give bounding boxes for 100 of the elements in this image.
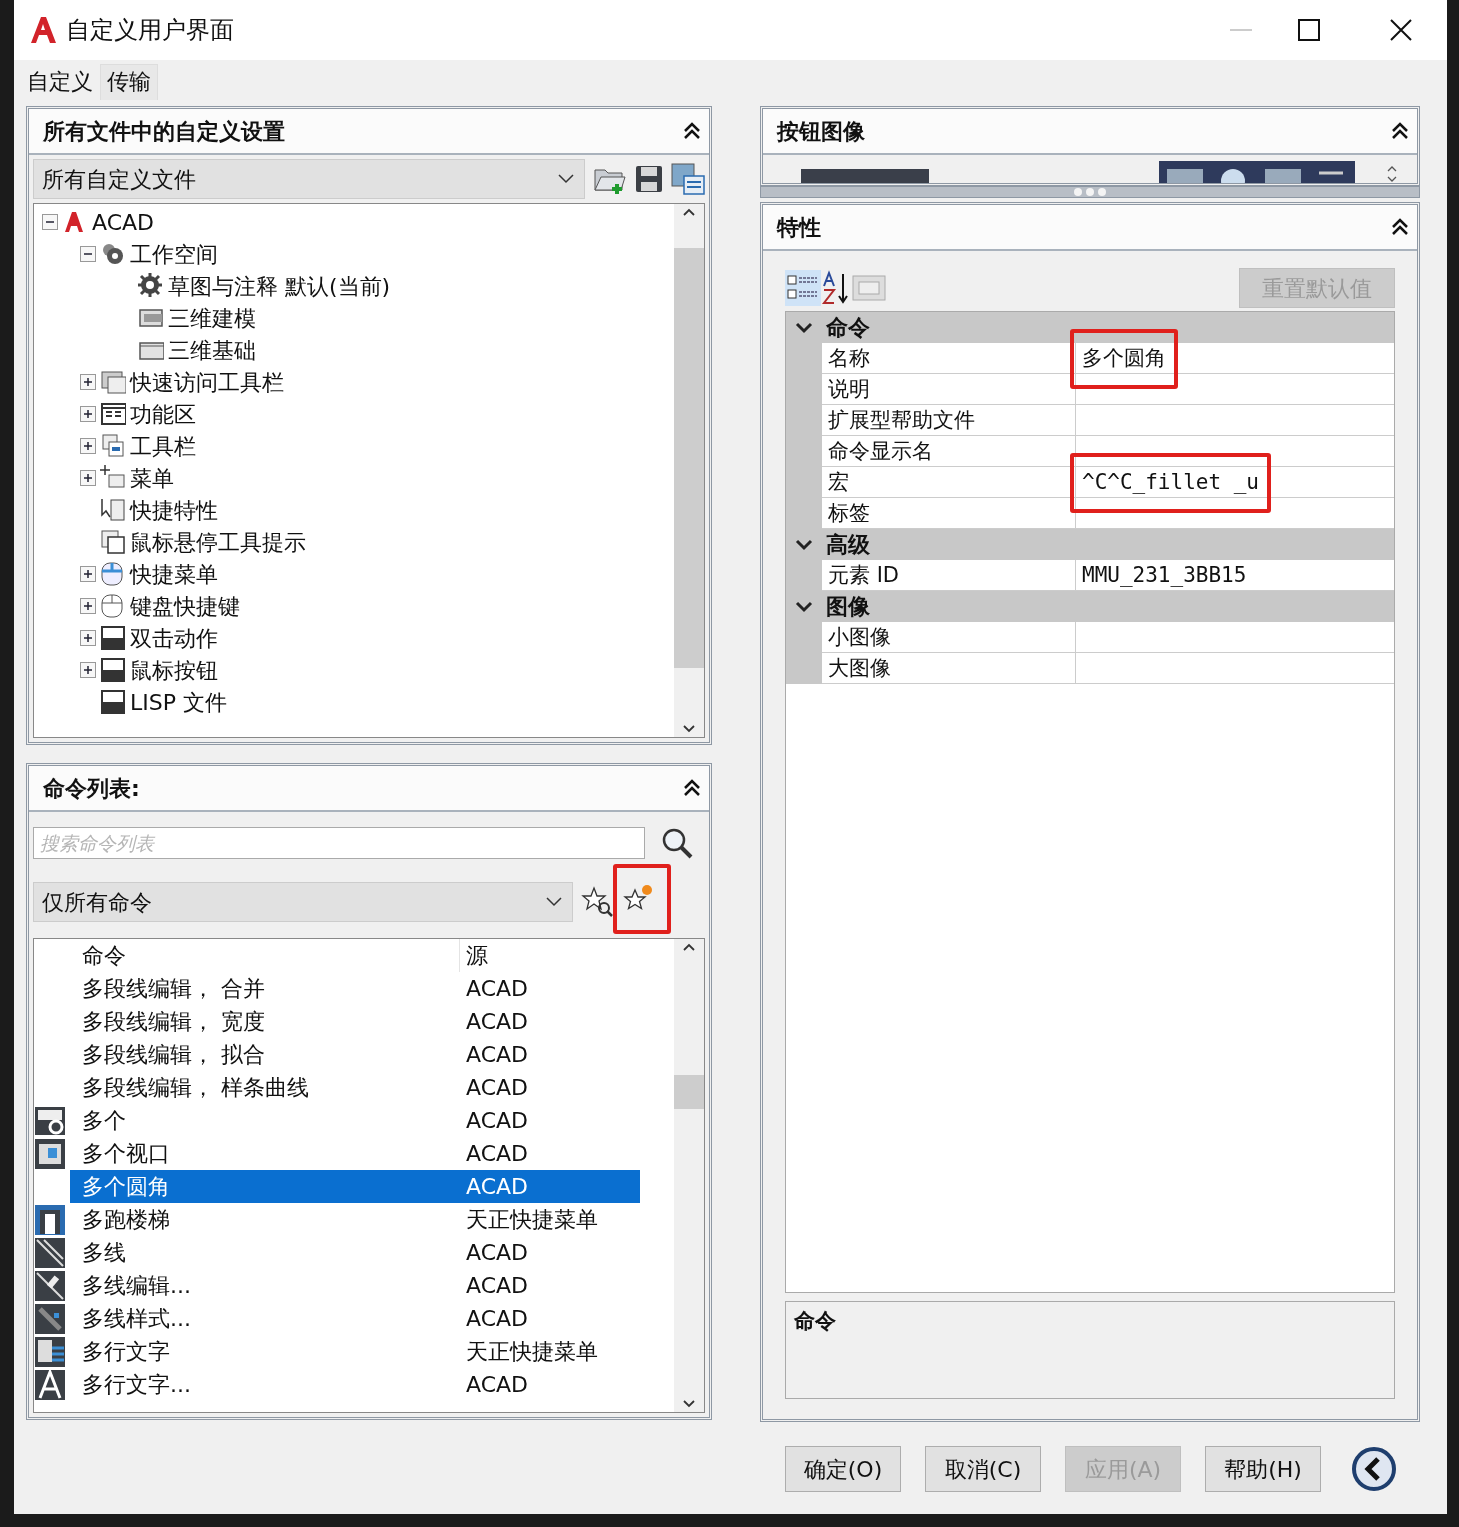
find-command-icon[interactable] [581,886,615,918]
app-logo-icon [28,15,58,45]
collapse-icon[interactable] [683,778,701,798]
command-cell[interactable]: 多跑楼梯 [70,1203,460,1236]
command-cell[interactable]: 多行文字 [70,1335,460,1368]
collapse-icon[interactable] [683,121,701,141]
tree-item[interactable]: 鼠标按钮 [130,653,218,687]
scrollbar-thumb[interactable] [674,1075,704,1109]
source-cell-text: ACAD [465,1140,529,1168]
collapse-panel-icon[interactable] [1351,1446,1397,1492]
command-cell[interactable]: 多线 [70,1236,460,1269]
tree-item[interactable]: 快捷菜单 [130,557,218,591]
window-title: 自定义用户界面 [66,15,234,46]
collapse-node-icon[interactable] [80,246,96,262]
command-icon [34,1269,66,1302]
command-cell[interactable]: 多个 [70,1104,460,1137]
property-name: 宏 [822,467,1076,498]
collapse-icon[interactable] [1391,217,1409,237]
tree-item[interactable]: 三维基础 [168,333,256,367]
expand-node-icon[interactable] [80,662,96,678]
tree-item[interactable]: 工具栏 [130,429,196,463]
node-icon [100,401,126,427]
command-icon [34,1137,66,1170]
source-cell-text: ACAD [465,1107,529,1135]
source-cell-text: 天正快捷菜单 [465,1206,599,1234]
dialog-button[interactable]: 确定(O) [785,1446,901,1492]
property-name: 小图像 [822,622,1076,653]
tab[interactable]: 传输 [100,64,158,100]
expand-node-icon[interactable] [80,438,96,454]
command-cell[interactable]: 多段线编辑， 合并 [70,972,460,1005]
source-cell-text: 天正快捷菜单 [465,1338,599,1366]
tree-item[interactable]: ACAD [92,205,154,239]
property-value[interactable]: MMU_231_3BB15 [1082,563,1247,587]
node-icon [100,561,126,587]
source-cell-text: ACAD [465,1074,529,1102]
close-icon [1390,19,1412,41]
property-name: 说明 [822,374,1076,405]
tree-item[interactable]: 功能区 [130,397,196,431]
tree-item[interactable]: 菜单 [130,461,174,495]
node-icon [100,241,126,267]
expand-node-icon[interactable] [80,406,96,422]
source-cell-text: ACAD [465,1041,529,1069]
command-cell[interactable]: 多段线编辑， 样条曲线 [70,1071,460,1104]
property-value[interactable]: ^C^C_fillet _u [1082,470,1259,494]
tree-item[interactable]: 草图与注释 默认(当前) [168,269,391,303]
tree-item[interactable]: 快捷特性 [130,493,218,527]
source-cell: ACAD [460,1170,640,1203]
maximize-icon [1298,19,1320,41]
expand-node-icon[interactable] [80,470,96,486]
dialog-button[interactable]: 取消(C) [925,1446,1041,1492]
categorized-icon[interactable] [785,270,821,306]
expand-node-icon[interactable] [80,566,96,582]
column-header[interactable]: 源 [460,939,640,972]
property-value[interactable]: 多个圆角 [1082,346,1166,370]
command-cell[interactable]: 多行文字... [70,1368,460,1401]
command-cell[interactable]: 多个视口 [70,1137,460,1170]
command-cell[interactable]: 多个圆角 [70,1170,460,1203]
sort-alphabetical-icon[interactable] [821,270,851,306]
panel-title: 命令列表: [43,774,140,803]
spin-icon[interactable] [1387,165,1397,183]
expand-node-icon[interactable] [80,630,96,646]
expand-node-icon[interactable] [80,598,96,614]
column-header[interactable]: 命令 [70,939,460,972]
tree-item[interactable]: 鼠标悬停工具提示 [130,525,306,559]
splitter-handle[interactable] [760,186,1420,198]
node-icon [100,529,126,555]
command-icon [34,1335,66,1368]
expand-node-icon[interactable] [80,374,96,390]
command-filter-dropdown[interactable]: 仅所有命令 [33,882,573,922]
tree-item[interactable]: 三维建模 [168,301,256,335]
node-icon [100,497,126,523]
command-cell[interactable]: 多线编辑... [70,1269,460,1302]
row-gutter [786,653,822,684]
node-icon [100,625,126,651]
node-icon [138,273,164,299]
property-name: 命令显示名 [822,436,1076,467]
command-cell[interactable]: 多段线编辑， 拟合 [70,1038,460,1071]
tree-item[interactable]: 键盘快捷键 [130,589,240,623]
image-list-icon[interactable] [671,163,705,195]
search-icon[interactable] [661,827,693,859]
command-cell[interactable]: 多段线编辑， 宽度 [70,1005,460,1038]
source-cell-text: ACAD [465,975,529,1003]
tree-item[interactable]: 双击动作 [130,621,218,655]
chevron-down-icon [558,174,574,184]
tree-item[interactable]: 工作空间 [130,237,218,271]
tree-item[interactable]: LISP 文件 [130,685,227,719]
source-cell-text: ACAD [465,1305,529,1333]
panel-title: 按钮图像 [777,117,865,146]
source-cell-text: ACAD [465,1371,529,1399]
scrollbar-thumb[interactable] [674,248,704,668]
command-cell[interactable]: 多线样式... [70,1302,460,1335]
save-icon[interactable] [635,165,663,193]
dialog-button[interactable]: 帮助(H) [1205,1446,1321,1492]
collapse-node-icon[interactable] [42,214,58,230]
collapse-icon[interactable] [1391,121,1409,141]
source-cell-text: ACAD [465,1272,529,1300]
tree-item[interactable]: 快速访问工具栏 [130,365,284,399]
node-icon [100,465,126,491]
file-dropdown[interactable]: 所有自定义文件 [33,159,585,199]
search-field[interactable]: 搜索命令列表 [33,827,645,859]
